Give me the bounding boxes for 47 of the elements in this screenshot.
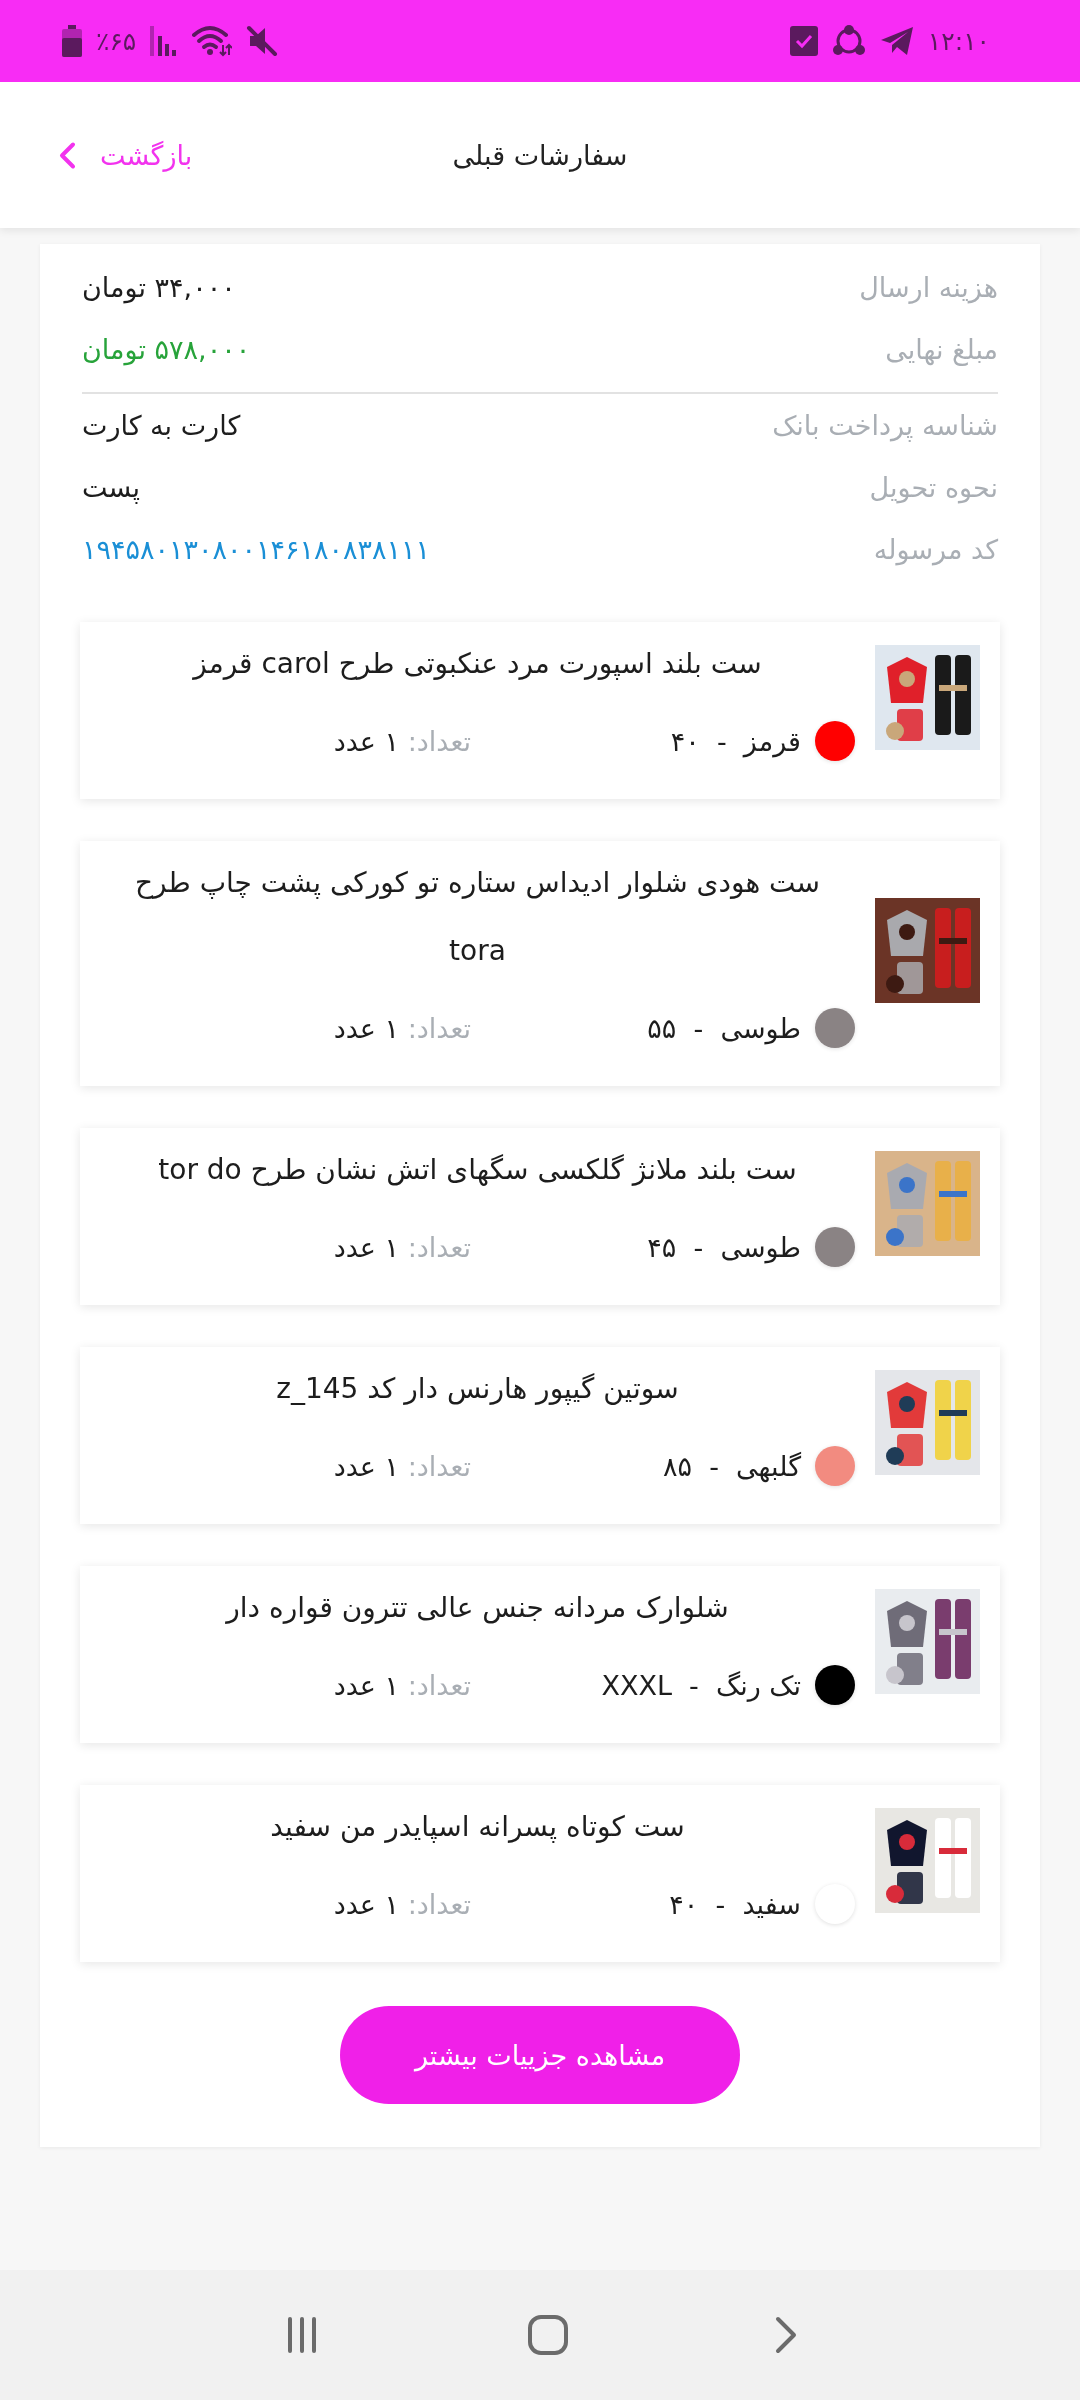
variant-text: قرمز - ۴۰ — [669, 725, 801, 757]
page-title: سفارشات قبلی — [452, 139, 628, 171]
variant-text: سفید - ۴۰ — [668, 1888, 801, 1920]
share-icon — [831, 25, 866, 57]
product-card[interactable]: شلوارک مردانه جنس عالی تترون قواره دار تک رنگ - XXXL تعداد: ۱ عدد — [80, 1566, 1000, 1743]
product-title: ست کوتاه پسرانه اسپایدر من سفید — [269, 1809, 686, 1845]
checkbox-icon — [789, 26, 818, 56]
field-value: ۳۴,۰۰۰ تومان — [82, 271, 236, 303]
quantity-text: تعداد: ۱ عدد — [333, 1888, 471, 1920]
quantity-text: تعداد: ۱ عدد — [333, 1450, 471, 1482]
battery-percent: ٪۶۵ — [96, 26, 137, 56]
tracking-code-link[interactable]: ۱۹۴۵۸۰۱۳۰۸۰۰۱۴۶۱۸۰۸۳۸۱۱۱ — [82, 533, 431, 565]
field-label: شناسه پرداخت بانک — [772, 409, 998, 441]
product-title: ست بلند اسپورت مرد عنکبوتی طرح carol قرمز — [191, 646, 763, 682]
field-value: ۵۷۸,۰۰۰ تومان — [82, 333, 251, 365]
clock-time: ۱۲:۱۰ — [927, 26, 990, 56]
product-title: ست هودی شلوار ادیداس ستاره تو کورکی پشت چاپ طرح tora — [134, 865, 821, 969]
variant-text: تک رنگ - XXXL — [600, 1669, 801, 1701]
quantity-text: تعداد: ۱ عدد — [333, 1012, 471, 1044]
muted-speaker-icon — [246, 25, 279, 57]
paper-plane-icon — [879, 26, 914, 56]
quantity-text: تعداد: ۱ عدد — [333, 725, 471, 757]
quantity-text: تعداد: ۱ عدد — [333, 1669, 471, 1701]
product-title: ست بلند ملانژ گلکسی سگهای اتش نشان طرح tor do — [157, 1152, 798, 1188]
field-label: مبلغ نهایی — [885, 333, 998, 365]
battery-icon — [62, 25, 82, 57]
variant-text: طوسی - ۵۵ — [646, 1012, 801, 1044]
field-label: کد مرسوله — [873, 533, 998, 565]
variant-text: گلبهی - ۸۵ — [662, 1450, 801, 1482]
signal-icon — [150, 26, 179, 56]
home-icon[interactable] — [527, 2314, 569, 2356]
product-title: سوتین گیپور هارنس دار کد z_145 — [275, 1371, 680, 1407]
product-card[interactable]: ست هودی شلوار ادیداس ستاره تو کورکی پشت چاپ طرح tora طوسی - ۵۵ تعداد: ۱ عدد — [80, 841, 1000, 1086]
field-value: پست — [82, 471, 141, 503]
product-card[interactable]: ست کوتاه پسرانه اسپایدر من سفید سفید - ۴۰ تعداد: ۱ عدد — [80, 1785, 1000, 1962]
wifi-icon — [192, 25, 233, 57]
field-value: کارت به کارت — [82, 409, 241, 441]
quantity-text: تعداد: ۱ عدد — [333, 1231, 471, 1263]
product-card[interactable]: ست بلند ملانژ گلکسی سگهای اتش نشان طرح tor do طوسی - ۴۵ تعداد: ۱ عدد — [80, 1128, 1000, 1305]
back-icon[interactable] — [773, 2315, 798, 2355]
variant-text: طوسی - ۴۵ — [646, 1231, 801, 1263]
field-label: نحوه تحویل — [869, 471, 998, 503]
chevron-left-icon — [58, 141, 76, 169]
field-label: هزینه ارسال — [859, 271, 998, 303]
product-card[interactable]: سوتین گیپور هارنس دار کد z_145 گلبهی - ۸۵ تعداد: ۱ عدد — [80, 1347, 1000, 1524]
product-card[interactable]: ست بلند اسپورت مرد عنکبوتی طرح carol قرمز قرمز - ۴۰ تعداد: ۱ عدد — [80, 622, 1000, 799]
product-title: شلوارک مردانه جنس عالی تترون قواره دار — [224, 1590, 730, 1626]
